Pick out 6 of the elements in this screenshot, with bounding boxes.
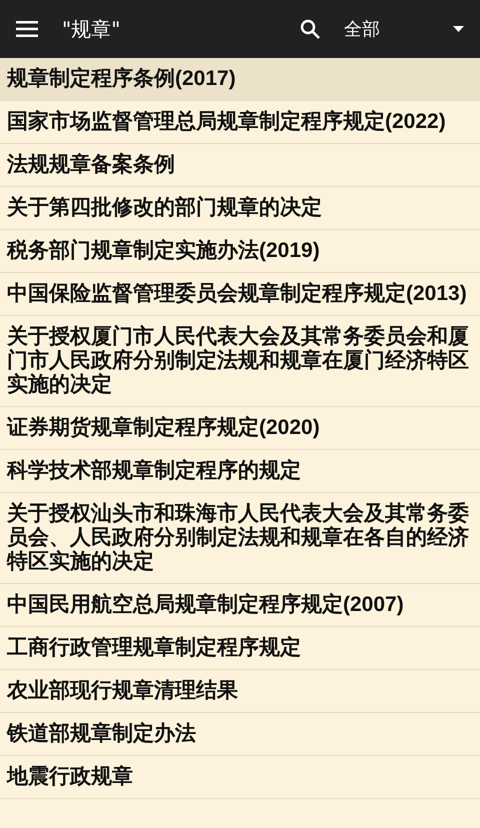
caret-icon xyxy=(453,26,464,32)
toolbar-title: "规章" xyxy=(62,16,122,43)
filter-dropdown[interactable]: 全部 xyxy=(344,16,464,42)
result-item[interactable]: 规章制定程序条例(2017) xyxy=(0,58,480,101)
menu-icon[interactable] xyxy=(16,21,38,37)
search-icon[interactable] xyxy=(300,19,320,39)
